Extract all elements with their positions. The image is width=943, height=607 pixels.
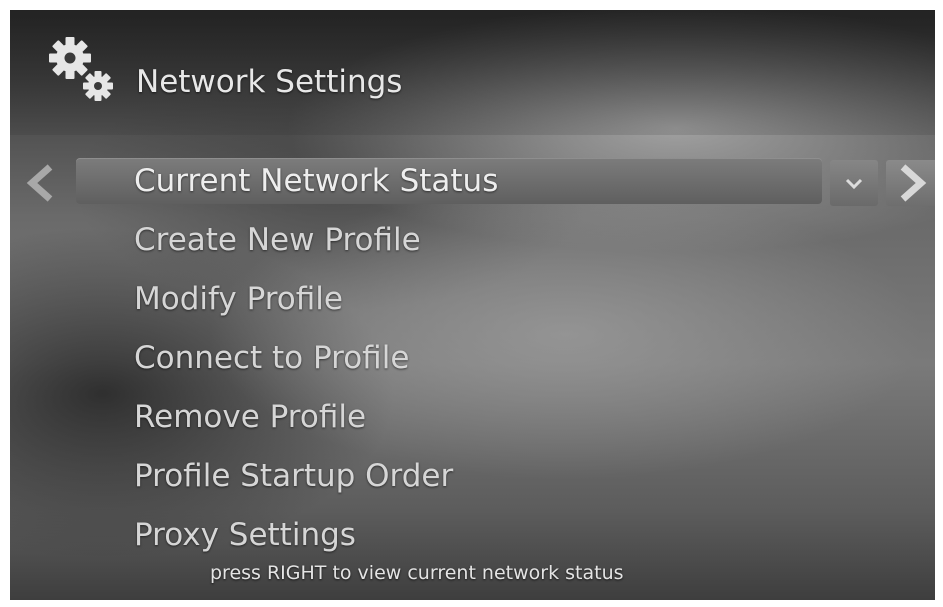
dropdown-button[interactable] [830, 160, 878, 206]
menu-item-modify-profile[interactable]: Modify Profile [134, 276, 343, 322]
menu-item-connect-to-profile[interactable]: Connect to Profile [134, 335, 409, 381]
menu-item-current-network-status[interactable]: Current Network Status [134, 158, 498, 204]
menu-item-create-new-profile[interactable]: Create New Profile [134, 217, 421, 263]
previous-button[interactable] [16, 160, 66, 206]
next-button[interactable] [886, 160, 935, 206]
chevron-down-icon [845, 178, 863, 190]
menu-item-remove-profile[interactable]: Remove Profile [134, 394, 366, 440]
footer-hint: press RIGHT to view current network stat… [210, 562, 624, 584]
menu-item-profile-startup-order[interactable]: Profile Startup Order [134, 453, 453, 499]
menu-item-proxy-settings[interactable]: Proxy Settings [134, 512, 356, 558]
gears-icon [49, 37, 113, 101]
tv-screen: Network Settings Current Network Status … [10, 10, 935, 600]
chevron-right-icon [900, 164, 927, 202]
header: Network Settings [10, 10, 935, 135]
page-title: Network Settings [136, 64, 403, 100]
chevron-left-icon [26, 164, 53, 202]
